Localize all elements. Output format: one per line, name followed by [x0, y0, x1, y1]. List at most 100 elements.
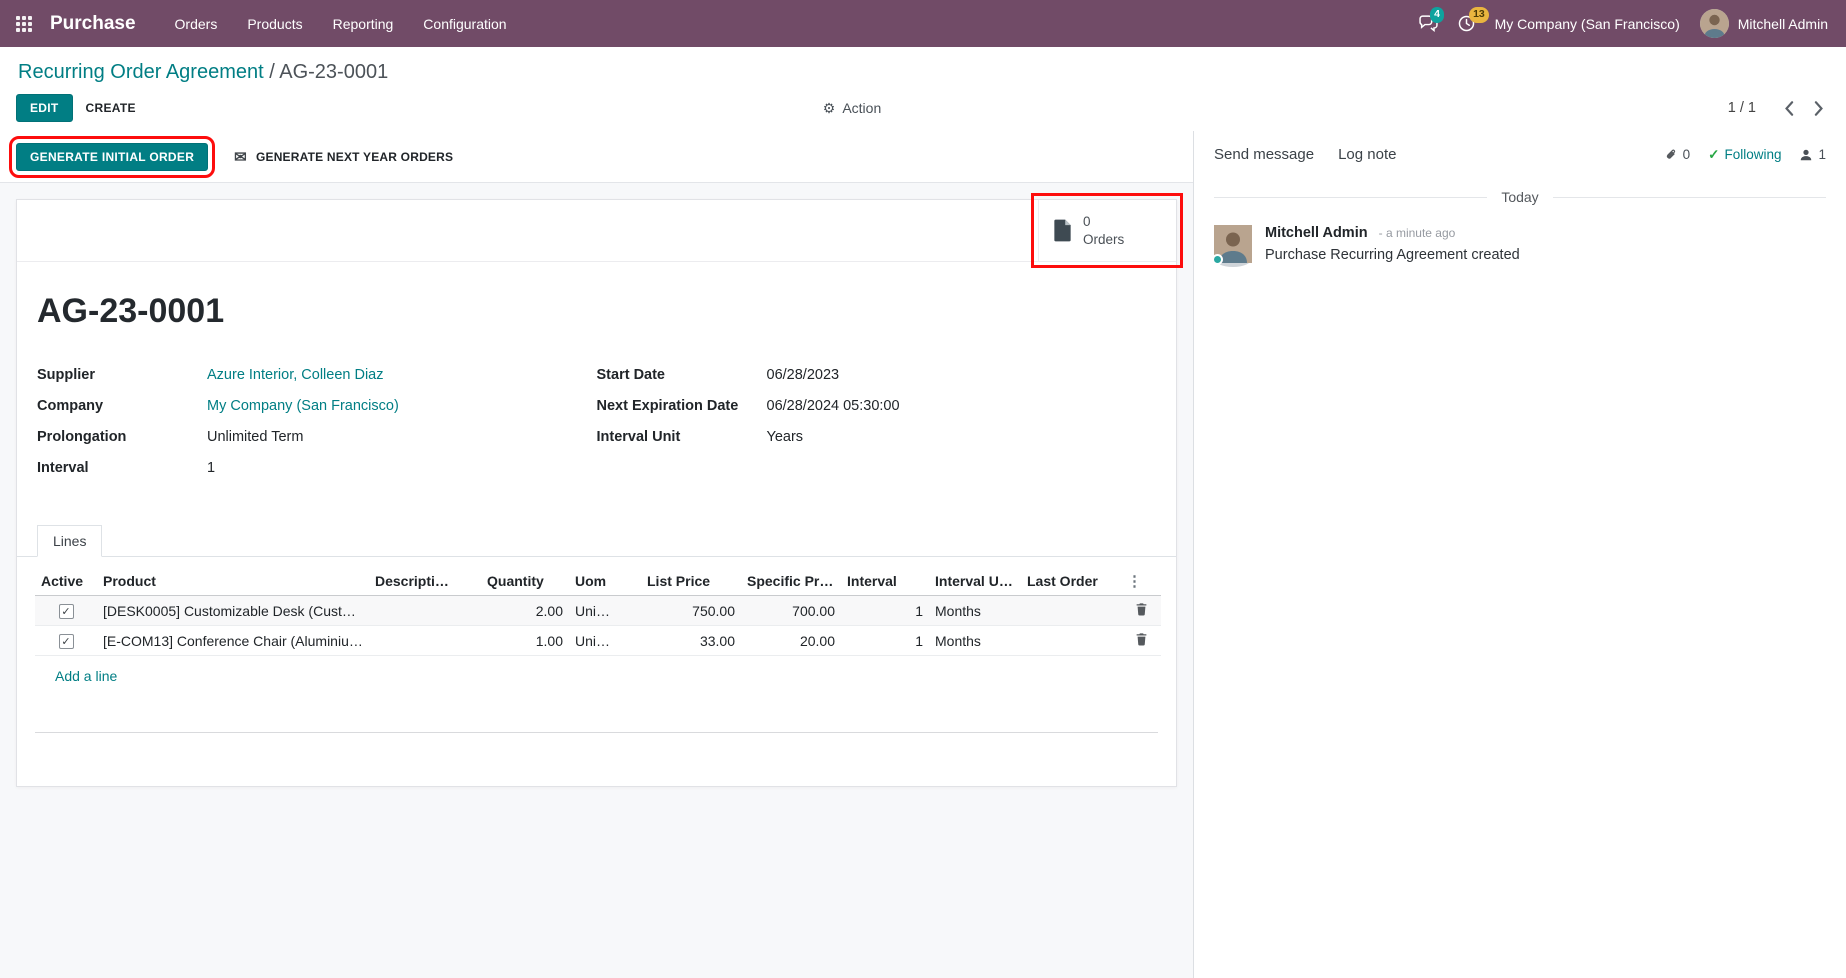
- cell-interval-unit[interactable]: Months: [929, 596, 1021, 626]
- table-row[interactable]: ✓ [E-COM13] Conference Chair (Aluminiu… …: [35, 626, 1161, 656]
- form-statusbar: GENERATE INITIAL ORDER ✉ GENERATE NEXT Y…: [0, 131, 1193, 183]
- cell-quantity[interactable]: 2.00: [481, 596, 569, 626]
- header-quantity[interactable]: Quantity: [481, 567, 569, 596]
- message-author[interactable]: Mitchell Admin: [1265, 225, 1368, 241]
- attachments-button[interactable]: 0: [1665, 147, 1691, 162]
- header-uom[interactable]: Uom: [569, 567, 641, 596]
- followers-count: 1: [1818, 147, 1826, 162]
- chatter-message: Mitchell Admin - a minute ago Purchase R…: [1194, 221, 1846, 267]
- tab-lines[interactable]: Lines: [37, 525, 102, 557]
- notebook: Lines Active Product Descripti: [17, 525, 1176, 733]
- header-last-order[interactable]: Last Order: [1021, 567, 1121, 596]
- form-view: GENERATE INITIAL ORDER ✉ GENERATE NEXT Y…: [0, 131, 1194, 978]
- date-divider: Today: [1214, 189, 1826, 205]
- generate-initial-order-button[interactable]: GENERATE INITIAL ORDER: [16, 143, 208, 171]
- delete-row-button[interactable]: [1133, 630, 1150, 651]
- attachments-count: 0: [1683, 147, 1691, 162]
- menu-products[interactable]: Products: [234, 9, 315, 39]
- interval-value: 1: [207, 460, 215, 476]
- header-interval[interactable]: Interval: [841, 567, 929, 596]
- apps-grid-icon[interactable]: [12, 12, 36, 36]
- user-name: Mitchell Admin: [1738, 16, 1828, 32]
- supplier-value[interactable]: Azure Interior, Colleen Diaz: [207, 367, 384, 383]
- active-checkbox[interactable]: ✓: [59, 604, 74, 619]
- header-interval-unit[interactable]: Interval Unit: [929, 567, 1021, 596]
- followers-button[interactable]: 1: [1799, 147, 1826, 162]
- following-button[interactable]: ✓ Following: [1708, 147, 1781, 163]
- company-label: Company: [37, 398, 207, 414]
- message-timestamp: - a minute ago: [1379, 226, 1456, 240]
- envelope-icon: ✉: [234, 148, 247, 166]
- cell-description[interactable]: [369, 596, 481, 626]
- cell-list-price[interactable]: 750.00: [641, 596, 741, 626]
- header-product[interactable]: Product: [97, 567, 369, 596]
- check-icon: ✓: [1708, 147, 1719, 163]
- breadcrumb-separator: /: [269, 61, 275, 83]
- field-grid: Supplier Azure Interior, Colleen Diaz Co…: [17, 367, 1176, 491]
- chatter: Send message Log note 0 ✓ Following 1: [1194, 131, 1846, 978]
- header-list-price[interactable]: List Price: [641, 567, 741, 596]
- add-a-line-link[interactable]: Add a line: [55, 668, 117, 684]
- delete-row-button[interactable]: [1133, 600, 1150, 621]
- company-switcher[interactable]: My Company (San Francisco): [1495, 16, 1680, 32]
- cell-uom[interactable]: Uni…: [569, 596, 641, 626]
- pager-previous-button[interactable]: [1778, 97, 1800, 120]
- menu-reporting[interactable]: Reporting: [320, 9, 407, 39]
- cell-interval[interactable]: 1: [841, 596, 929, 626]
- cell-interval-unit[interactable]: Months: [929, 626, 1021, 656]
- cell-list-price[interactable]: 33.00: [641, 626, 741, 656]
- generate-next-year-orders-button[interactable]: ✉ GENERATE NEXT YEAR ORDERS: [228, 147, 459, 167]
- action-menu-button[interactable]: ⚙ Action: [823, 100, 881, 117]
- cell-product[interactable]: [E-COM13] Conference Chair (Aluminiu…: [97, 626, 369, 656]
- activities-clock-icon[interactable]: 13: [1458, 15, 1475, 32]
- log-note-button[interactable]: Log note: [1338, 146, 1396, 163]
- cell-specific-price[interactable]: 20.00: [741, 626, 841, 656]
- orders-stat-button[interactable]: 0 Orders: [1038, 200, 1176, 261]
- cell-quantity[interactable]: 1.00: [481, 626, 569, 656]
- breadcrumb-parent[interactable]: Recurring Order Agreement: [18, 61, 264, 83]
- pager-next-button[interactable]: [1808, 97, 1830, 120]
- top-navbar: Purchase Orders Products Reporting Confi…: [0, 0, 1846, 47]
- edit-button[interactable]: EDIT: [16, 94, 73, 122]
- messages-icon[interactable]: 4: [1419, 15, 1438, 32]
- cell-product[interactable]: [DESK0005] Customizable Desk (Custo…: [97, 596, 369, 626]
- user-menu[interactable]: Mitchell Admin: [1700, 9, 1828, 38]
- app-title[interactable]: Purchase: [50, 13, 136, 35]
- trash-icon: [1135, 602, 1148, 616]
- cell-last-order[interactable]: [1021, 626, 1121, 656]
- menu-orders[interactable]: Orders: [162, 9, 231, 39]
- menu-configuration[interactable]: Configuration: [410, 9, 519, 39]
- interval-label: Interval: [37, 460, 207, 476]
- messages-badge: 4: [1430, 7, 1445, 23]
- activities-badge: 13: [1469, 7, 1490, 23]
- send-message-button[interactable]: Send message: [1214, 146, 1314, 163]
- action-label: Action: [842, 100, 881, 116]
- prolongation-value: Unlimited Term: [207, 429, 303, 445]
- interval-unit-value: Years: [767, 429, 804, 445]
- cell-specific-price[interactable]: 700.00: [741, 596, 841, 626]
- supplier-label: Supplier: [37, 367, 207, 383]
- cell-interval[interactable]: 1: [841, 626, 929, 656]
- form-sheet: 0 Orders AG-23-0001 Supplier Azure Inter…: [16, 199, 1177, 787]
- gear-icon: ⚙: [823, 100, 836, 117]
- pager-value: 1 / 1: [1728, 100, 1756, 116]
- record-title: AG-23-0001: [37, 292, 1176, 331]
- paperclip-icon: [1665, 148, 1678, 162]
- header-active[interactable]: Active: [35, 567, 97, 596]
- create-button[interactable]: CREATE: [73, 95, 149, 121]
- interval-unit-label: Interval Unit: [597, 429, 767, 445]
- start-date-label: Start Date: [597, 367, 767, 383]
- header-description[interactable]: Descripti…: [369, 567, 481, 596]
- follower-person-icon: [1799, 148, 1813, 162]
- column-options-icon[interactable]: ⋮: [1127, 573, 1142, 590]
- active-checkbox[interactable]: ✓: [59, 634, 74, 649]
- cell-last-order[interactable]: [1021, 596, 1121, 626]
- date-divider-label: Today: [1501, 189, 1538, 205]
- sheet-divider: [35, 732, 1158, 733]
- cell-uom[interactable]: Uni…: [569, 626, 641, 656]
- cell-description[interactable]: [369, 626, 481, 656]
- company-value[interactable]: My Company (San Francisco): [207, 398, 399, 414]
- table-row[interactable]: ✓ [DESK0005] Customizable Desk (Custo… 2…: [35, 596, 1161, 626]
- message-body: Purchase Recurring Agreement created: [1265, 247, 1520, 263]
- header-specific-price[interactable]: Specific Pri…: [741, 567, 841, 596]
